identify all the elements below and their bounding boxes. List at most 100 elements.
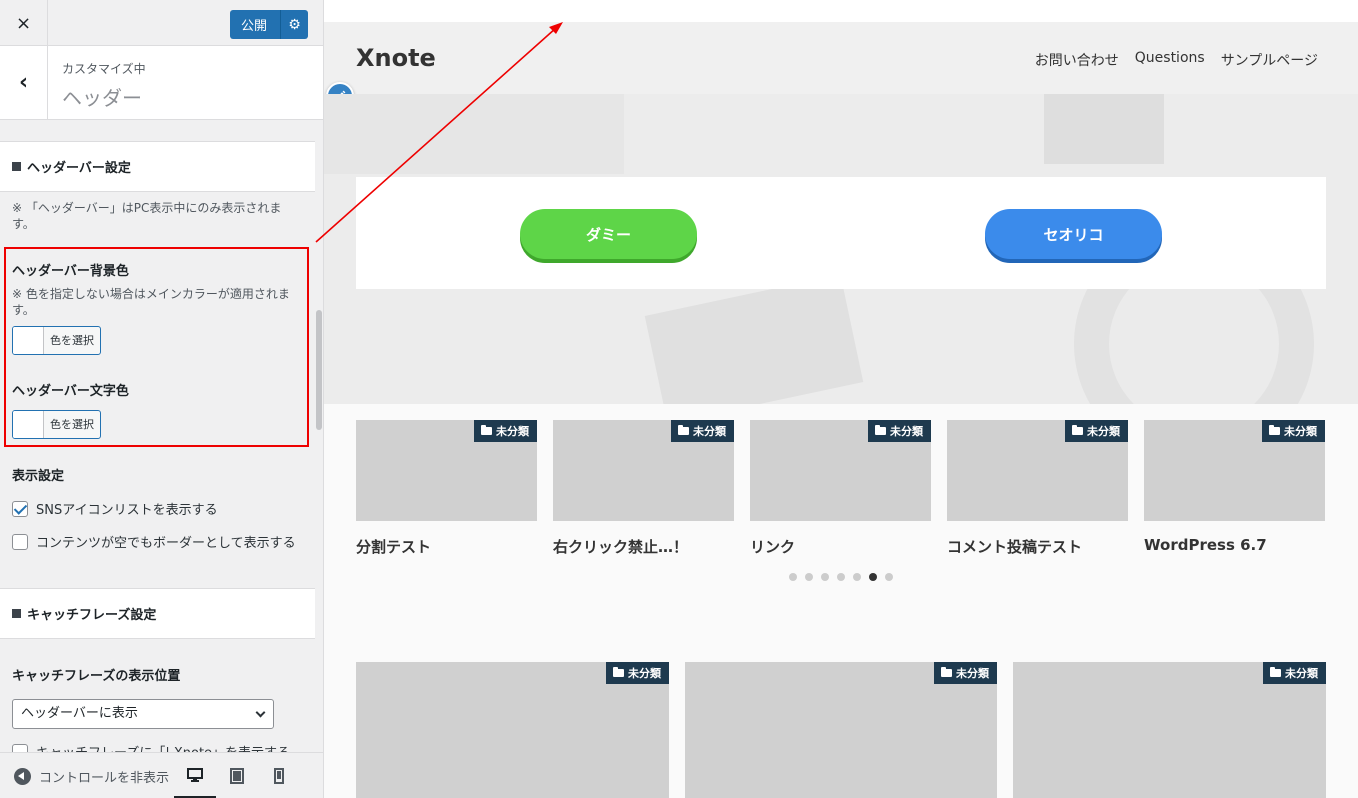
category-label: 未分類 <box>628 667 661 680</box>
nav-item-questions[interactable]: Questions <box>1135 50 1205 70</box>
controls-panel: ヘッダーバー設定 ※ 「ヘッダーバー」はPC表示中にのみ表示されます。 ヘッダー… <box>0 120 315 752</box>
section-header: ‹ カスタマイズ中 ヘッダー <box>0 46 323 120</box>
nav-item-contact[interactable]: お問い合わせ <box>1035 50 1119 70</box>
mobile-preview-button[interactable] <box>258 753 300 798</box>
back-button[interactable]: ‹ <box>0 46 48 119</box>
folder-icon <box>613 667 624 677</box>
preview-top-gap <box>324 0 1358 22</box>
site-title[interactable]: Xnote <box>356 44 436 72</box>
close-button[interactable]: × <box>0 0 48 46</box>
post-title[interactable]: 右クリック禁止…！ <box>553 536 688 557</box>
folder-icon <box>875 425 886 435</box>
catchphrase-position-value: ヘッダーバーに表示 <box>21 706 138 721</box>
color-swatch <box>13 327 44 354</box>
post-card-thumbnail[interactable]: 未分類 <box>1013 662 1326 798</box>
post-card-thumbnail[interactable]: 未分類 <box>553 420 734 521</box>
nav-item-sample-page[interactable]: サンプルページ <box>1221 50 1318 70</box>
publish-button[interactable]: 公開 ⚙ <box>230 10 308 39</box>
customizer-topbar: × 公開 ⚙ <box>0 0 323 46</box>
display-settings-label: 表示設定 <box>12 469 65 484</box>
folder-icon <box>678 425 689 435</box>
folder-icon <box>1269 425 1280 435</box>
customizer-sidebar: × 公開 ⚙ ‹ カスタマイズ中 ヘッダー ヘッダーバー設定 ※ 「ヘッダーバー… <box>0 0 324 798</box>
catchphrase-site-checkbox[interactable] <box>12 743 28 752</box>
collapse-icon <box>14 768 31 785</box>
category-badge: 未分類 <box>934 662 997 684</box>
bg-color-picker-button[interactable]: 色を選択 <box>12 326 101 355</box>
bg-color-note: ※ 色を指定しない場合はメインカラーが適用されます。 <box>12 287 290 317</box>
slider-dot[interactable] <box>821 573 829 581</box>
catchphrase-position-select[interactable]: ヘッダーバーに表示 <box>12 699 274 729</box>
post-card-thumbnail[interactable]: 未分類 <box>750 420 931 521</box>
sns-checkbox[interactable] <box>12 500 28 517</box>
close-icon: × <box>15 12 32 34</box>
catchphrase-settings-heading: キャッチフレーズ設定 <box>0 588 315 639</box>
headerbar-note: ※ 「ヘッダーバー」はPC表示中にのみ表示されます。 <box>12 201 282 231</box>
category-label: 未分類 <box>1087 425 1120 438</box>
select-color-label: 色を選択 <box>50 418 94 431</box>
post-card-thumbnail[interactable]: 未分類 <box>685 662 997 798</box>
folder-icon <box>1270 667 1281 677</box>
hero-section: ダミー セオリコ <box>324 94 1358 404</box>
category-label: 未分類 <box>496 425 529 438</box>
site-preview: Xnote お問い合わせ Questions サンプルページ ダミー セオリコ … <box>324 0 1358 798</box>
section-title: ヘッダー <box>62 86 142 110</box>
hide-controls-button[interactable]: コントロールを非表示 <box>14 767 169 786</box>
slider-dot[interactable] <box>885 573 893 581</box>
tablet-preview-button[interactable] <box>216 753 258 798</box>
category-badge: 未分類 <box>868 420 931 442</box>
desktop-preview-button[interactable] <box>174 753 216 798</box>
category-badge: 未分類 <box>1065 420 1128 442</box>
post-card-thumbnail[interactable]: 未分類 <box>947 420 1128 521</box>
category-label: 未分類 <box>1284 425 1317 438</box>
slider-dot[interactable] <box>853 573 861 581</box>
category-label: 未分類 <box>890 425 923 438</box>
headerbar-settings-heading: ヘッダーバー設定 <box>0 141 315 192</box>
border-checkbox-row[interactable]: コンテンツが空でもボーダーとして表示する <box>12 532 296 551</box>
slider-dot[interactable] <box>789 573 797 581</box>
tablet-icon <box>230 768 244 784</box>
category-label: 未分類 <box>956 667 989 680</box>
section-subtitle: カスタマイズ中 <box>62 62 146 76</box>
slider-dot[interactable] <box>869 573 877 581</box>
chevron-left-icon: ‹ <box>18 70 29 95</box>
headerbar-settings-title: ヘッダーバー設定 <box>27 161 131 176</box>
seoriko-button[interactable]: セオリコ <box>985 209 1162 259</box>
mobile-icon <box>274 768 284 784</box>
customizer-footer: コントロールを非表示 <box>0 752 323 798</box>
border-checkbox[interactable] <box>12 533 28 550</box>
scrollbar-thumb[interactable] <box>316 310 322 430</box>
catchphrase-position-label: キャッチフレーズの表示位置 <box>12 669 181 684</box>
slider-dot[interactable] <box>805 573 813 581</box>
text-color-picker-button[interactable]: 色を選択 <box>12 410 101 439</box>
folder-icon <box>481 425 492 435</box>
category-badge: 未分類 <box>474 420 537 442</box>
category-label: 未分類 <box>693 425 726 438</box>
gear-icon[interactable]: ⚙ <box>281 17 308 33</box>
bg-color-label: ヘッダーバー背景色 <box>12 264 129 279</box>
dummy-button[interactable]: ダミー <box>520 209 697 259</box>
post-card-thumbnail[interactable]: 未分類 <box>356 420 537 521</box>
hero-button-box: ダミー セオリコ <box>356 177 1326 289</box>
post-title[interactable]: WordPress 6.7 <box>1144 536 1267 554</box>
category-badge: 未分類 <box>671 420 734 442</box>
square-bullet-icon <box>12 609 21 618</box>
post-title[interactable]: 分割テスト <box>356 536 431 557</box>
post-card-thumbnail[interactable]: 未分類 <box>1144 420 1325 521</box>
global-nav: お問い合わせ Questions サンプルページ <box>1035 50 1318 70</box>
folder-icon <box>1072 425 1083 435</box>
slider-dot[interactable] <box>837 573 845 581</box>
folder-icon <box>941 667 952 677</box>
color-swatch <box>13 411 44 438</box>
border-checkbox-label: コンテンツが空でもボーダーとして表示する <box>36 536 296 551</box>
text-color-label: ヘッダーバー文字色 <box>12 384 129 399</box>
catchphrase-site-checkbox-label: キャッチフレーズに「| Xnote」を表示する <box>36 742 290 752</box>
desktop-icon <box>187 767 203 782</box>
post-title[interactable]: リンク <box>750 536 795 557</box>
hide-controls-label: コントロールを非表示 <box>39 771 170 786</box>
sns-checkbox-row[interactable]: SNSアイコンリストを表示する <box>12 499 218 518</box>
post-card-thumbnail[interactable]: 未分類 <box>356 662 669 798</box>
sidebar-scrollbar[interactable] <box>315 120 323 752</box>
post-title[interactable]: コメント投稿テスト <box>947 536 1082 557</box>
catchphrase-site-checkbox-row[interactable]: キャッチフレーズに「| Xnote」を表示する <box>12 742 290 752</box>
